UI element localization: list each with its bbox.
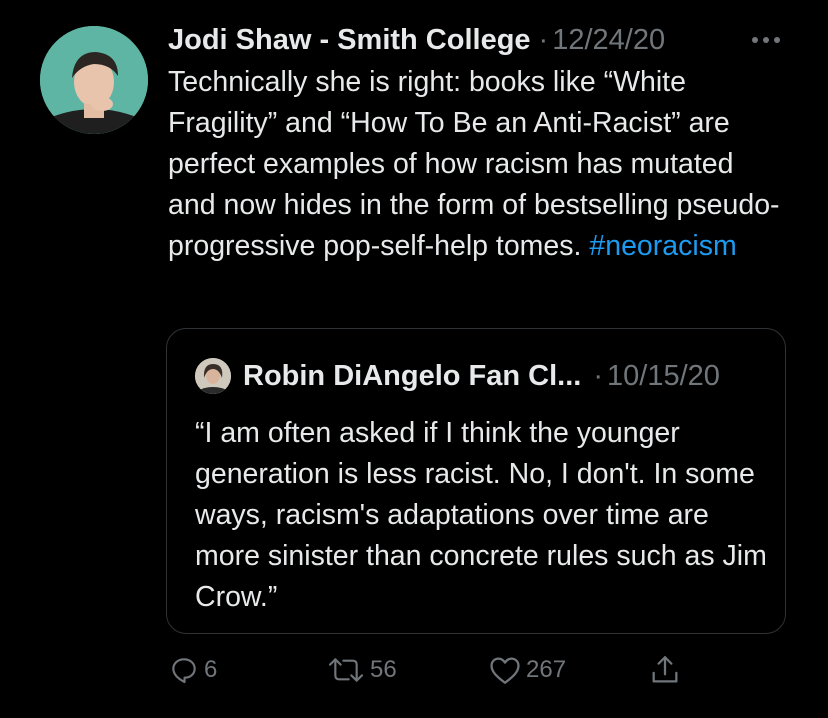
header-separator: · (538, 23, 549, 56)
reply-button[interactable]: 6 (168, 648, 217, 692)
like-count: 267 (526, 656, 567, 683)
heart-icon (488, 654, 522, 686)
more-horizontal-icon[interactable] (742, 22, 790, 58)
like-button[interactable]: 267 (488, 648, 566, 692)
author-avatar[interactable] (40, 26, 148, 134)
hashtag-link[interactable]: #neoracism (589, 230, 736, 262)
quoted-text: “I am often asked if I think the younger… (195, 417, 767, 613)
tweet-text: Technically she is right: books like “Wh… (168, 62, 788, 267)
action-bar: 6 56 267 (0, 648, 828, 692)
share-icon (648, 653, 682, 687)
share-button[interactable] (648, 648, 682, 692)
quoted-author-name: Robin DiAngelo Fan Cl... (243, 359, 582, 392)
retweet-icon (326, 654, 366, 686)
tweet[interactable]: Jodi Shaw - Smith College · 12/24/20 Tec… (0, 0, 828, 718)
quoted-header: Robin DiAngelo Fan Cl... · 10/15/20 (195, 355, 720, 397)
quoted-separator: · (593, 359, 603, 392)
retweet-button[interactable]: 56 (326, 648, 397, 692)
tweet-date[interactable]: 12/24/20 (552, 24, 665, 57)
retweet-count: 56 (370, 656, 397, 683)
reply-icon (168, 654, 200, 686)
quoted-date: 10/15/20 (607, 359, 720, 392)
quoted-tweet[interactable]: Robin DiAngelo Fan Cl... · 10/15/20 “I a… (166, 328, 786, 634)
reply-count: 6 (204, 656, 218, 683)
quoted-author-avatar (195, 358, 231, 394)
author-name[interactable]: Jodi Shaw - Smith College (168, 24, 531, 57)
tweet-header: Jodi Shaw - Smith College · 12/24/20 (168, 20, 808, 60)
